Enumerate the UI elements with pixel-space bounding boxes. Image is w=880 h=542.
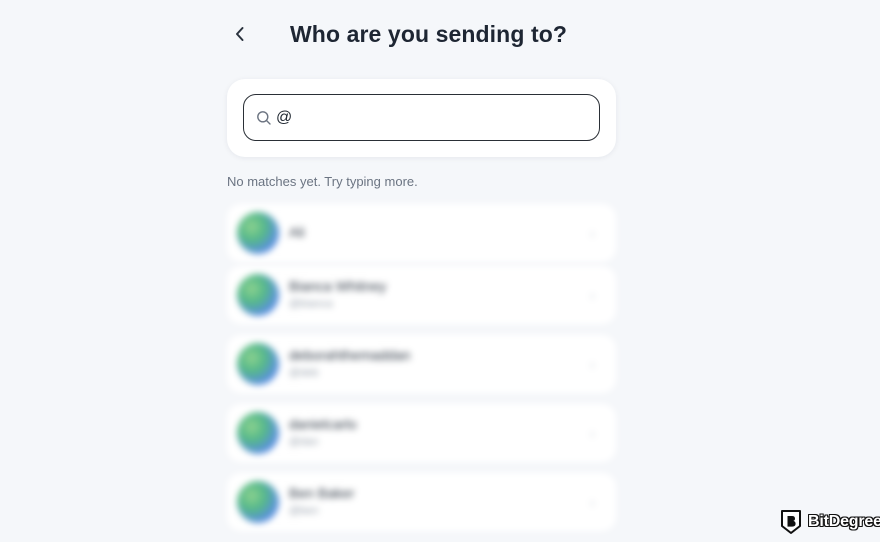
search-icon bbox=[255, 109, 273, 127]
avatar bbox=[237, 481, 279, 523]
avatar bbox=[237, 212, 279, 254]
chevron-right-icon: › bbox=[590, 425, 595, 441]
recipient-name: Ali bbox=[289, 224, 305, 240]
chevron-right-icon: › bbox=[590, 356, 595, 372]
chevron-right-icon: › bbox=[590, 494, 595, 510]
chevron-right-icon: › bbox=[590, 287, 595, 303]
recipient-row[interactable]: Ben Baker @ben › bbox=[227, 473, 616, 531]
chevron-left-icon bbox=[236, 27, 244, 41]
recipient-handle: @ben bbox=[289, 505, 319, 517]
recipient-row[interactable]: danielcarlo @dan › bbox=[227, 404, 616, 462]
avatar bbox=[237, 343, 279, 385]
recipient-name: Ben Baker bbox=[289, 485, 355, 501]
recipient-name: danielcarlo bbox=[289, 416, 357, 432]
page-title: Who are you sending to? bbox=[290, 20, 568, 47]
back-button[interactable] bbox=[228, 22, 252, 46]
recipient-handle: @dan bbox=[289, 436, 319, 448]
page-header: Who are you sending to? bbox=[226, 16, 626, 52]
brand-name: BitDegree bbox=[808, 513, 880, 530]
recipient-row[interactable]: Bianca Whitney @bianca › bbox=[227, 266, 616, 324]
recipient-name: deborahthemaddan bbox=[289, 347, 411, 363]
recipient-row[interactable]: Ali › bbox=[227, 204, 616, 262]
avatar bbox=[237, 412, 279, 454]
search-box[interactable] bbox=[243, 94, 600, 141]
recipient-name: Bianca Whitney bbox=[289, 278, 387, 294]
avatar bbox=[237, 274, 279, 316]
recipient-row[interactable]: deborahthemaddan @deb › bbox=[227, 335, 616, 393]
recipient-handle: @bianca bbox=[289, 298, 333, 310]
chevron-right-icon: › bbox=[590, 225, 595, 241]
search-card bbox=[227, 79, 616, 157]
bitdegree-watermark: BitDegree bbox=[779, 509, 880, 535]
bitdegree-shield-icon bbox=[781, 510, 801, 534]
recipient-handle: @deb bbox=[289, 367, 319, 379]
search-input[interactable] bbox=[276, 102, 576, 133]
no-matches-hint: No matches yet. Try typing more. bbox=[227, 174, 418, 189]
